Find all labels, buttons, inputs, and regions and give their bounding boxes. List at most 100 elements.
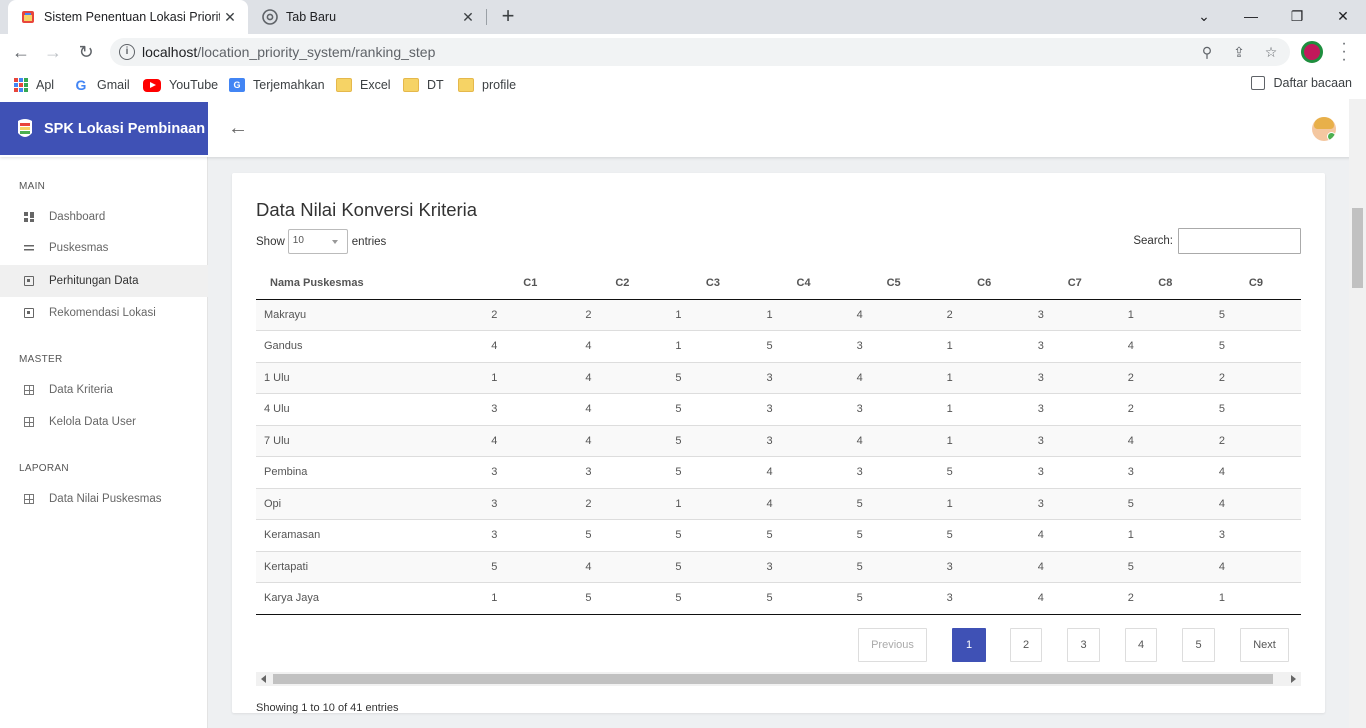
criteria-value-cell: 3	[1029, 330, 1120, 362]
tab-search-icon[interactable]: ⌄	[1181, 0, 1227, 34]
criteria-value-cell: 3	[577, 456, 668, 488]
criteria-value-cell: 1	[667, 330, 759, 362]
browser-tab-new[interactable]: Tab Baru ✕	[250, 0, 486, 34]
bookmark-translate[interactable]: G Terjemahkan	[229, 76, 325, 94]
search-input[interactable]	[1178, 228, 1301, 254]
criteria-value-cell: 3	[1029, 487, 1120, 520]
sidebar-item-data-nilai-puskesmas[interactable]: Data Nilai Puskesmas	[0, 483, 208, 515]
table-row: Keramasan 3 5 5 5 5 5 4 1 3	[256, 519, 1301, 551]
address-bar[interactable]: i localhost/location_priority_system/ran…	[110, 38, 1290, 66]
scrollbar-thumb[interactable]	[273, 674, 1273, 684]
sidebar: MAIN Dashboard Puskesmas Perhitungan Dat…	[0, 157, 208, 728]
column-header[interactable]: C1	[483, 267, 578, 300]
user-avatar[interactable]	[1312, 117, 1336, 141]
site-info-icon[interactable]: i	[119, 44, 135, 60]
criteria-value-cell: 4	[483, 330, 578, 362]
restore-icon[interactable]: ❐	[1274, 0, 1320, 34]
criteria-value-cell: 1	[1127, 308, 1134, 321]
sidebar-item-kelola-data-user[interactable]: Kelola Data User	[0, 406, 208, 438]
criteria-value-cell: 3	[1037, 308, 1044, 321]
column-header[interactable]: Nama Puskesmas	[256, 267, 484, 300]
criteria-value-cell: 3	[848, 456, 939, 488]
criteria-value-cell: 4	[577, 424, 668, 457]
browser-toolbar: ← → ↻ i localhost/location_priority_syst…	[0, 34, 1366, 70]
calculator-icon	[24, 308, 34, 318]
criteria-value-cell: 5	[758, 582, 849, 615]
brand[interactable]: SPK Lokasi Pembinaan	[0, 102, 208, 155]
browser-menu-icon[interactable]: · · ·	[1336, 36, 1352, 68]
criteria-value-cell: 5	[1210, 393, 1301, 425]
column-header[interactable]: C9	[1210, 267, 1301, 300]
criteria-value-cell: 5	[667, 424, 759, 457]
criteria-value-cell: 2	[946, 308, 953, 321]
page-length-select[interactable]: 10	[287, 229, 348, 254]
chrome-icon	[262, 9, 278, 25]
reload-icon[interactable]: ↻	[75, 41, 97, 63]
app-viewport: SPK Lokasi Pembinaan ← MAIN Dashboard Pu…	[0, 99, 1366, 728]
criteria-value-cell: 3	[758, 424, 849, 457]
data-card: Data Nilai Konversi Kriteria Show 10 ent…	[232, 173, 1325, 714]
close-tab-icon[interactable]: ✕	[458, 9, 478, 26]
browser-tab-active[interactable]: Sistem Penentuan Lokasi Priorita ✕	[8, 0, 248, 34]
pagination-next[interactable]: Next	[1240, 628, 1289, 662]
criteria-value-cell: 2	[1210, 361, 1301, 394]
vertical-scrollbar[interactable]	[1349, 99, 1366, 728]
reading-list-button[interactable]: Daftar bacaan	[1251, 76, 1352, 90]
sidebar-item-puskesmas[interactable]: Puskesmas	[0, 232, 208, 264]
criteria-value-cell: 3	[848, 330, 939, 362]
share-icon[interactable]: ⇪	[1231, 44, 1247, 60]
sidebar-section-master: MASTER	[19, 354, 63, 365]
bookmark-youtube[interactable]: YouTube	[143, 76, 218, 94]
column-header[interactable]: C3	[667, 267, 759, 300]
sidebar-item-perhitungan-data[interactable]: Perhitungan Data	[0, 265, 208, 297]
criteria-value-cell: 5	[1210, 330, 1301, 362]
sidebar-section-main: MAIN	[19, 181, 46, 192]
sidebar-item-data-kriteria[interactable]: Data Kriteria	[0, 374, 208, 406]
column-header[interactable]: C7	[1029, 267, 1120, 300]
table-icon	[24, 385, 34, 395]
criteria-value-cell: 2	[1119, 361, 1211, 394]
pagination-page[interactable]: 5	[1182, 628, 1215, 662]
column-header[interactable]: C4	[758, 267, 849, 300]
sidebar-item-rekomendasi-lokasi[interactable]: Rekomendasi Lokasi	[0, 297, 208, 329]
column-header[interactable]: C5	[848, 267, 939, 300]
forward-icon[interactable]: →	[42, 41, 64, 63]
scroll-right-icon[interactable]	[1291, 675, 1296, 683]
sidebar-toggle-arrow-icon[interactable]: ←	[228, 118, 248, 138]
pagination-page[interactable]: 3	[1067, 628, 1100, 662]
scroll-left-icon[interactable]	[261, 675, 266, 683]
criteria-value-cell: 1	[938, 361, 1030, 394]
bookmark-folder-profile[interactable]: profile	[458, 76, 516, 94]
column-header[interactable]: C8	[1119, 267, 1211, 300]
criteria-value-cell: 1	[483, 361, 578, 394]
translate-icon: G	[229, 78, 245, 92]
close-window-icon[interactable]: ✕	[1320, 0, 1366, 34]
bookmark-folder-excel[interactable]: Excel	[336, 76, 391, 94]
pagination-page[interactable]: 2	[1010, 628, 1042, 662]
scrollbar-thumb[interactable]	[1352, 208, 1363, 288]
criteria-value-cell: 1	[938, 487, 1030, 520]
minimize-icon[interactable]: —	[1228, 0, 1274, 34]
bookmark-star-icon[interactable]: ☆	[1263, 44, 1279, 60]
pagination-previous[interactable]: Previous	[858, 628, 927, 662]
column-header[interactable]: C6	[938, 267, 1030, 300]
pagination-page[interactable]: 1	[952, 628, 986, 662]
folder-icon	[403, 78, 419, 92]
new-tab-icon[interactable]: +	[496, 5, 520, 29]
card-title: Data Nilai Konversi Kriteria	[256, 199, 478, 220]
close-tab-icon[interactable]: ✕	[220, 9, 240, 26]
column-header[interactable]: C2	[577, 267, 668, 300]
horizontal-scrollbar[interactable]	[256, 672, 1301, 686]
sidebar-item-dashboard[interactable]: Dashboard	[0, 201, 208, 233]
criteria-value-cell: 2	[1119, 582, 1211, 615]
criteria-value-cell: 4	[483, 424, 578, 457]
criteria-value-cell: 5	[1218, 308, 1225, 321]
bookmark-folder-dt[interactable]: DT	[403, 76, 444, 94]
pagination-page[interactable]: 4	[1125, 628, 1157, 662]
zoom-icon[interactable]: ⚲	[1199, 44, 1215, 60]
bookmark-gmail[interactable]: G Gmail	[73, 76, 130, 94]
bookmark-apps[interactable]: Apl	[14, 76, 54, 94]
back-icon[interactable]: ←	[10, 41, 32, 63]
criteria-value-cell: 4	[1119, 330, 1211, 362]
profile-avatar-icon[interactable]	[1301, 41, 1323, 63]
